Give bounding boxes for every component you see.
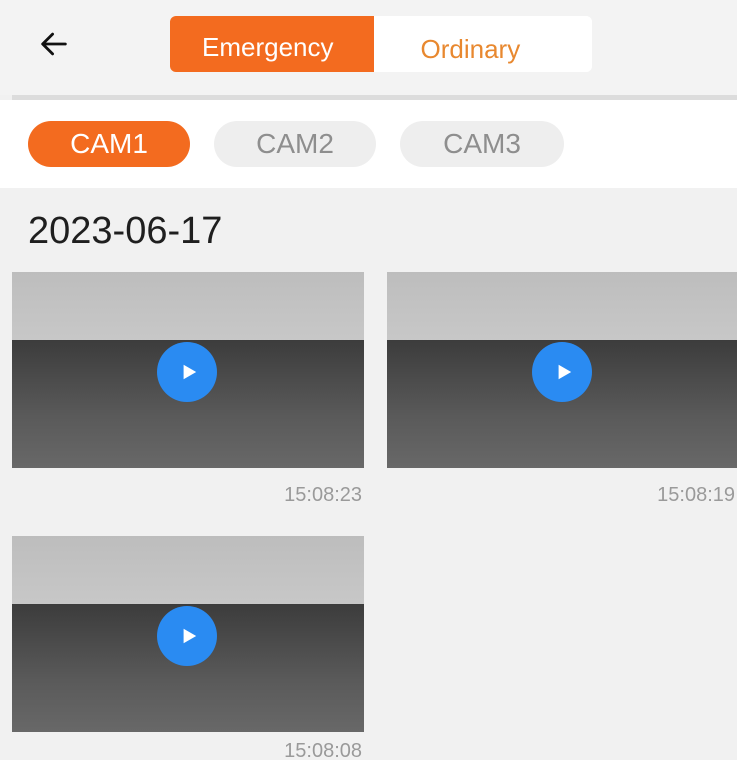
video-timestamp: 15:08:08 xyxy=(284,740,362,760)
play-icon[interactable] xyxy=(532,342,592,402)
tab-ordinary[interactable]: Ordinary xyxy=(373,16,592,72)
video-thumbnail[interactable] xyxy=(387,272,737,468)
play-icon[interactable] xyxy=(157,606,217,666)
video-thumbnail[interactable] xyxy=(12,272,364,468)
video-timestamp: 15:08:23 xyxy=(284,484,362,506)
video-timestamp: 15:08:19 xyxy=(657,484,735,506)
camera-chip-cam1[interactable]: CAM1 xyxy=(28,121,190,167)
arrow-left-icon xyxy=(37,27,71,66)
tab-ordinary-label: Ordinary xyxy=(420,34,521,64)
camera-chip-label: CAM1 xyxy=(70,128,148,159)
camera-selector: CAM1 CAM2 CAM3 xyxy=(0,100,737,188)
tab-emergency[interactable]: Emergency xyxy=(170,16,374,72)
app-screen: Emergency Ordinary CAM1 CAM2 CAM3 2023-0… xyxy=(0,0,737,760)
camera-chip-label: CAM3 xyxy=(443,128,521,159)
video-thumbnail[interactable] xyxy=(12,536,364,732)
back-button[interactable] xyxy=(30,22,78,70)
camera-chip-label: CAM2 xyxy=(256,128,334,159)
play-icon[interactable] xyxy=(157,342,217,402)
tab-emergency-label: Emergency xyxy=(202,32,334,62)
date-header: 2023-06-17 xyxy=(28,210,223,252)
record-type-switch: Emergency Ordinary xyxy=(170,16,592,72)
camera-chip-cam2[interactable]: CAM2 xyxy=(214,121,376,167)
top-bar: Emergency Ordinary xyxy=(0,0,737,95)
camera-chip-cam3[interactable]: CAM3 xyxy=(400,121,564,167)
